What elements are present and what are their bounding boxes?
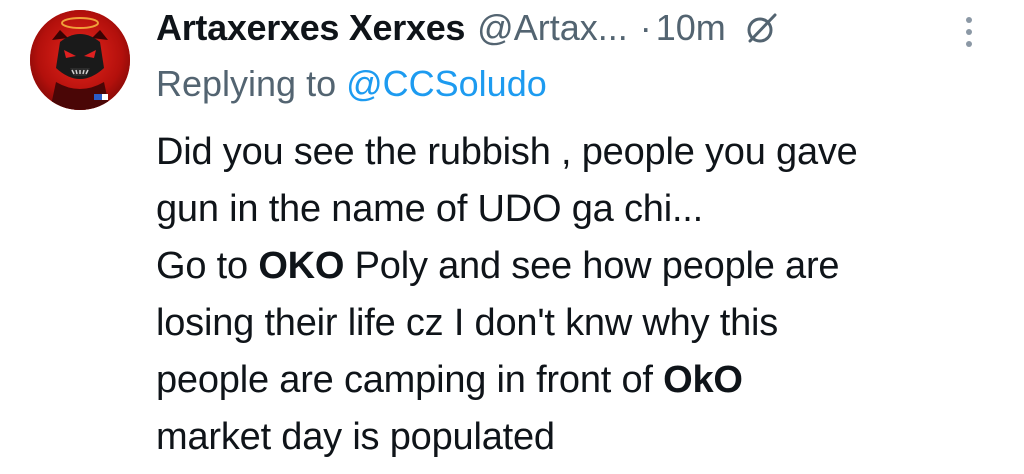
reply-mention-link[interactable]: @CCSoludo [346, 63, 547, 104]
tweet-text-line: Did you see the rubbish , people you gav… [156, 131, 858, 173]
tweet-text-bold: OKO [258, 245, 345, 287]
tweet-text-line: losing their life cz I don't knw why thi… [156, 302, 779, 344]
tweet-text-segment: Poly and see how people are [344, 245, 840, 287]
tweet-text: Did you see the rubbish , people you gav… [156, 124, 858, 466]
replying-to: Replying to @CCSoludo [156, 62, 547, 106]
author-display-name[interactable]: Artaxerxes Xerxes [156, 6, 465, 50]
timestamp[interactable]: 10m [656, 6, 726, 50]
tweet-text-line: gun in the name of UDO ga chi... [156, 188, 704, 230]
tweet[interactable]: Artaxerxes Xerxes @Artax... · 10m Replyi… [0, 0, 1024, 474]
tweet-text-line: market day is populated [156, 416, 555, 458]
tweet-text-segment: people are camping in front of [156, 359, 664, 401]
avatar[interactable] [30, 10, 130, 110]
tweet-text-bold: OkO [663, 359, 743, 401]
tweet-header: Artaxerxes Xerxes @Artax... · 10m [156, 6, 780, 50]
grok-icon[interactable] [744, 10, 780, 46]
red-masked-figure-avatar [30, 10, 130, 110]
reply-prefix: Replying to [156, 63, 347, 104]
separator-dot: · [639, 7, 652, 48]
author-handle[interactable]: @Artax... [477, 6, 628, 50]
tweet-text-segment: Go to [156, 245, 259, 287]
more-vertical-icon[interactable] [961, 12, 977, 52]
tweet-text-line: people are camping in front of OkO [156, 352, 858, 409]
tweet-text-line: Go to OKO Poly and see how people are [156, 238, 858, 295]
